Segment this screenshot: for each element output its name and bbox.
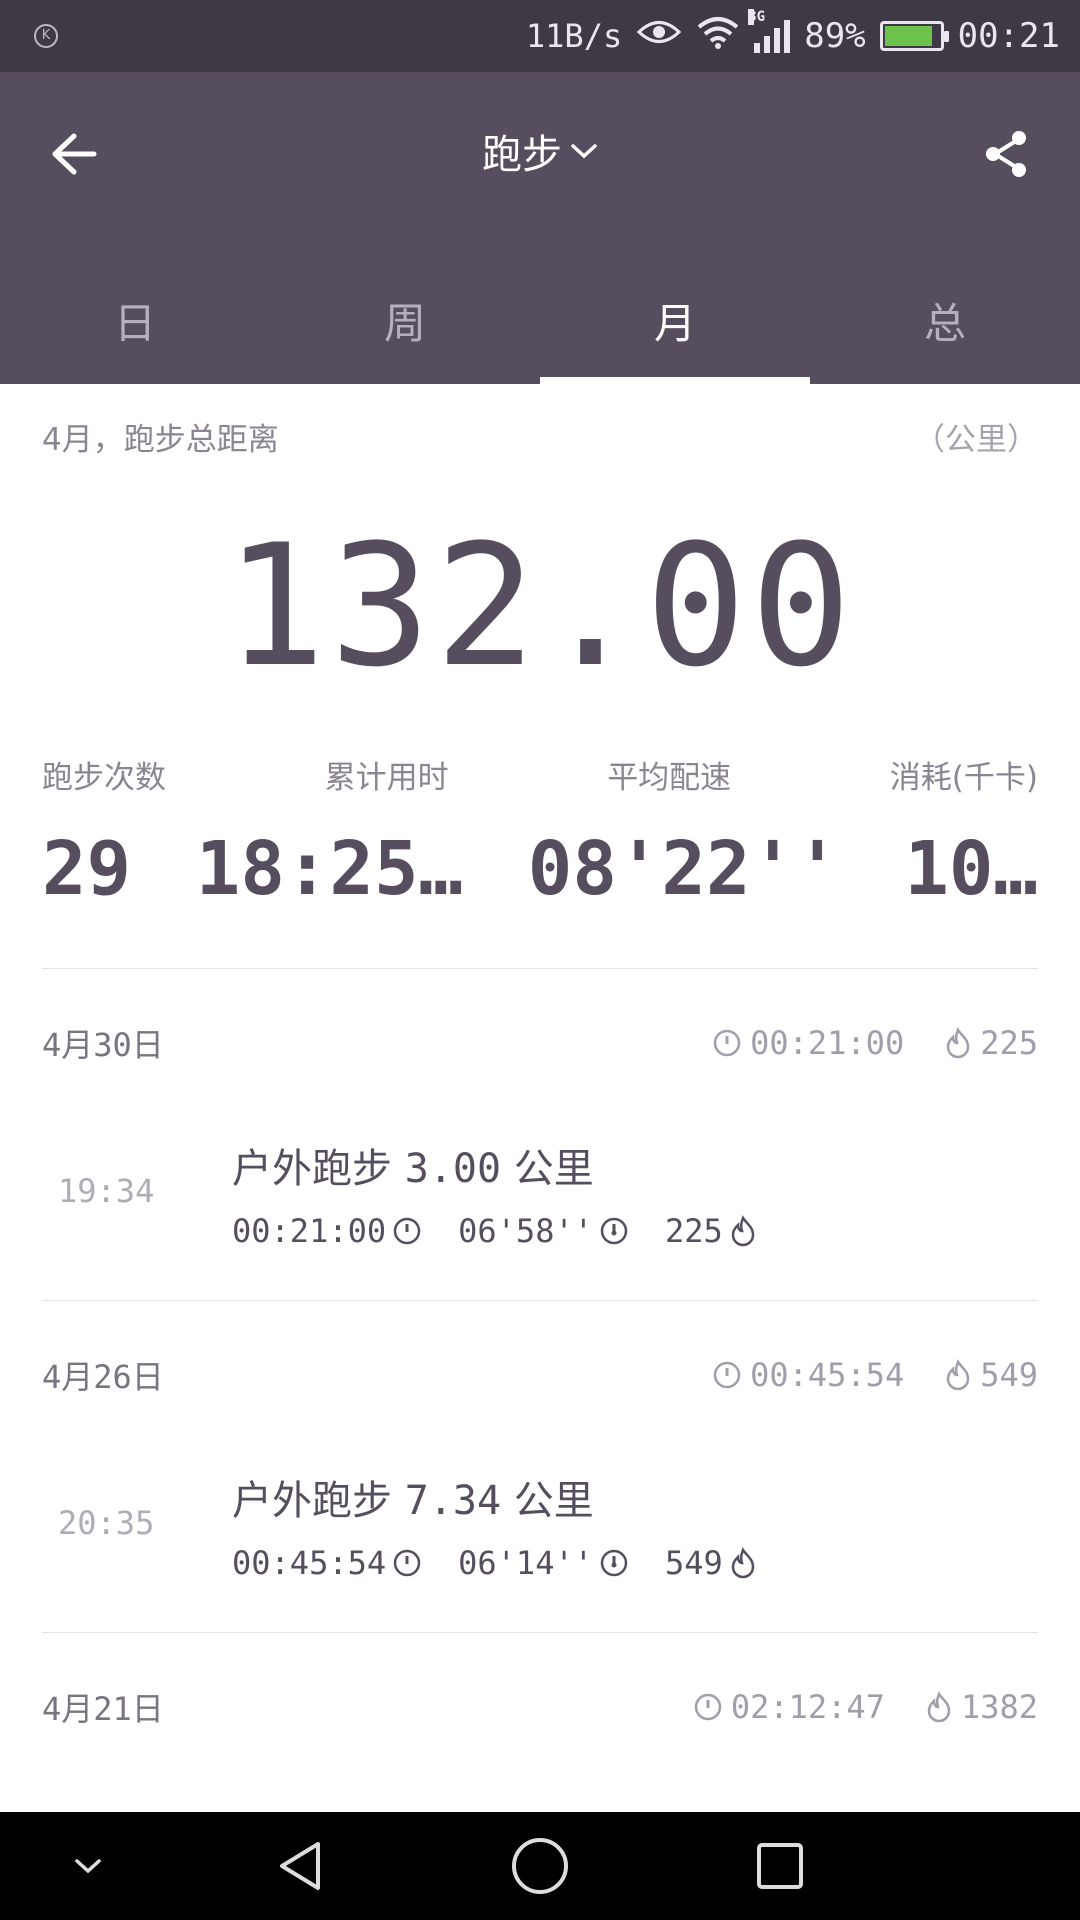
run-distance: 7.34 — [404, 1478, 502, 1524]
share-button[interactable] — [976, 124, 1036, 184]
stat-label-duration: 累计用时 — [324, 760, 449, 796]
run-unit: 公里 — [513, 1146, 594, 1192]
chevron-down-icon — [75, 1859, 101, 1874]
clock-icon — [713, 1029, 741, 1057]
system-nav-bar — [0, 1812, 1080, 1920]
battery-fill — [884, 26, 933, 46]
hide-nav-button[interactable] — [58, 1812, 118, 1920]
run-title: 户外跑步 7.34 公里 — [232, 1468, 594, 1526]
run-pace: 06'14'' — [458, 1544, 593, 1582]
tab-week[interactable]: 周 — [270, 256, 540, 384]
tab-month[interactable]: 月 — [540, 256, 810, 384]
run-duration: 00:45:54 — [232, 1544, 387, 1582]
run-duration: 00:21:00 — [232, 1212, 387, 1250]
run-distance: 3.00 — [404, 1146, 502, 1192]
flame-icon — [946, 1359, 970, 1391]
divider — [42, 1300, 1038, 1301]
recents-nav-button[interactable] — [740, 1812, 820, 1920]
recents-square-icon — [757, 1843, 803, 1889]
clock: 00:21 — [957, 16, 1060, 56]
status-bar: K 11B/s 3G 89% 00:21 — [0, 0, 1080, 72]
clock-icon — [694, 1693, 722, 1721]
share-icon — [986, 131, 1026, 177]
chevron-down-icon — [571, 144, 597, 159]
run-unit: 公里 — [513, 1478, 594, 1524]
run-start-time: 19:34 — [58, 1172, 155, 1210]
run-type: 户外跑步 — [232, 1146, 392, 1192]
page-title: 跑步 — [482, 132, 562, 178]
day-calories: 549 — [980, 1356, 1038, 1394]
divider — [42, 1632, 1038, 1633]
stats-labels: 跑步次数 累计用时 平均配速 消耗(千卡) — [42, 752, 1038, 797]
run-type: 户外跑步 — [232, 1478, 392, 1524]
home-nav-button[interactable] — [500, 1812, 580, 1920]
stat-label-pace: 平均配速 — [607, 760, 732, 796]
stats-values: 29 18:25… 08'22'' 10… — [42, 826, 1038, 912]
battery-percent: 89% — [804, 16, 866, 56]
run-start-time: 20:35 — [58, 1504, 155, 1542]
run-pace: 06'58'' — [458, 1212, 593, 1250]
stat-value-runs: 29 — [42, 826, 132, 912]
day-calories: 225 — [980, 1024, 1038, 1062]
stat-value-calories: 10… — [904, 826, 1038, 912]
stat-label-runs: 跑步次数 — [42, 760, 166, 796]
run-metrics: 00:45:54 06'14'' 549 — [232, 1544, 757, 1582]
back-triangle-icon — [280, 1842, 320, 1890]
run-calories: 225 — [664, 1212, 723, 1250]
day-duration: 00:21:00 — [750, 1024, 905, 1062]
day-date: 4月26日 — [42, 1358, 164, 1396]
total-distance: 132.00 — [224, 508, 856, 704]
battery-icon — [879, 21, 949, 51]
period-tabs: 日 周 月 总 — [0, 256, 1080, 384]
summary-label: 4月，跑步总距离 — [42, 422, 279, 458]
flame-icon — [731, 1547, 755, 1579]
day-date: 4月30日 — [42, 1026, 164, 1064]
back-nav-button[interactable] — [262, 1812, 342, 1920]
day-date: 4月21日 — [42, 1690, 164, 1728]
day-header: 4月30日 00:21:00 225 — [42, 1018, 1038, 1068]
speedometer-icon — [600, 1549, 628, 1577]
tab-day[interactable]: 日 — [0, 256, 270, 384]
flame-icon — [946, 1027, 970, 1059]
summary-unit: （公里） — [914, 422, 1038, 458]
clock-icon — [393, 1549, 421, 1577]
tab-total[interactable]: 总 — [810, 256, 1080, 384]
sport-selector[interactable]: 跑步 — [0, 122, 1080, 180]
k-circle-icon: K — [34, 24, 58, 48]
net-speed: 11B/s — [525, 17, 623, 55]
network-type: 3G — [748, 9, 766, 25]
day-header: 4月26日 00:45:54 549 — [42, 1350, 1038, 1400]
status-bar-right: 11B/s 3G 89% 00:21 — [525, 9, 1060, 58]
wifi-icon — [696, 15, 740, 58]
eye-icon — [636, 16, 682, 56]
cell-signal-icon: 3G — [748, 9, 791, 53]
stat-label-calories: 消耗(千卡) — [889, 760, 1038, 796]
clock-icon — [713, 1361, 741, 1389]
day-header: 4月21日 02:12:47 1382 — [42, 1682, 1038, 1732]
run-title: 户外跑步 3.00 公里 — [232, 1136, 594, 1194]
run-metrics: 00:21:00 06'58'' 225 — [232, 1212, 757, 1250]
app-bar: 跑步 日 周 月 总 — [0, 72, 1080, 384]
run-calories: 549 — [664, 1544, 723, 1582]
day-duration: 02:12:47 — [730, 1688, 885, 1726]
divider — [42, 968, 1038, 969]
stat-value-pace: 08'22'' — [527, 826, 840, 912]
speedometer-icon — [600, 1217, 628, 1245]
day-duration: 00:45:54 — [750, 1356, 905, 1394]
flame-icon — [731, 1215, 755, 1247]
flame-icon — [927, 1691, 951, 1723]
home-circle-icon — [512, 1838, 568, 1894]
stat-value-duration: 18:25… — [195, 826, 464, 912]
day-calories: 1382 — [960, 1688, 1038, 1726]
clock-icon — [393, 1217, 421, 1245]
